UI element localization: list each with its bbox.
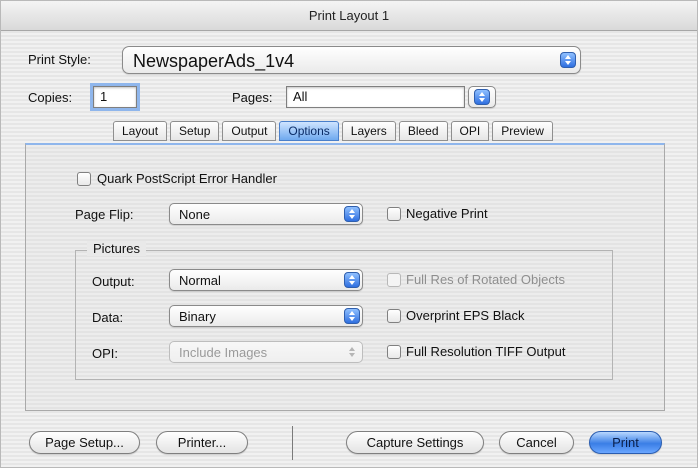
overprint-eps-label: Overprint EPS Black [406, 308, 525, 323]
pages-field[interactable]: All [286, 86, 465, 108]
tab-options[interactable]: Options [279, 121, 339, 141]
tab-layers[interactable]: Layers [341, 121, 396, 141]
pages-popup[interactable] [468, 86, 496, 108]
cancel-button[interactable]: Cancel [499, 431, 574, 454]
data-value: Binary [179, 309, 216, 324]
tab-opi[interactable]: OPI [450, 121, 490, 141]
pages-label: Pages: [232, 90, 273, 105]
tab-preview[interactable]: Preview [492, 121, 553, 141]
data-popup[interactable]: Binary [169, 305, 363, 327]
page-flip-label: Page Flip: [75, 207, 134, 222]
full-res-rotated-checkbox[interactable] [387, 273, 401, 287]
popup-arrows-icon [344, 344, 360, 360]
print-style-value: NewspaperAds_1v4 [133, 51, 295, 71]
tab-setup[interactable]: Setup [170, 121, 220, 141]
print-style-popup[interactable]: NewspaperAds_1v4 [122, 46, 581, 74]
button-divider [292, 426, 293, 460]
print-dialog-window: Print Layout 1 Print Style: NewspaperAds… [0, 0, 698, 468]
error-handler-checkbox[interactable] [77, 172, 91, 186]
window-title: Print Layout 1 [1, 1, 697, 31]
tab-bar: Layout Setup Output Options Layers Bleed… [113, 121, 556, 143]
tab-bleed[interactable]: Bleed [398, 121, 448, 141]
page-setup-button[interactable]: Page Setup... [29, 431, 140, 454]
output-value: Normal [179, 273, 221, 288]
pictures-group-title: Pictures [87, 241, 146, 256]
negative-print-checkbox[interactable] [387, 207, 401, 221]
error-handler-label: Quark PostScript Error Handler [97, 171, 277, 186]
print-button[interactable]: Print [589, 431, 662, 454]
popup-arrows-icon [344, 206, 360, 222]
full-res-tiff-label: Full Resolution TIFF Output [406, 344, 566, 359]
page-flip-popup[interactable]: None [169, 203, 363, 225]
copies-label: Copies: [28, 90, 73, 105]
opi-label: OPI: [92, 346, 119, 361]
print-style-label: Print Style: [28, 52, 91, 67]
page-flip-value: None [179, 207, 211, 222]
opi-popup[interactable]: Include Images [169, 341, 363, 363]
printer-button[interactable]: Printer... [156, 431, 248, 454]
capture-settings-button[interactable]: Capture Settings [346, 431, 484, 454]
tab-layout[interactable]: Layout [113, 121, 168, 141]
opi-value: Include Images [179, 345, 268, 360]
popup-arrows-icon [560, 52, 576, 68]
popup-arrows-icon [344, 308, 360, 324]
popup-arrows-icon [474, 89, 490, 105]
data-label: Data: [92, 310, 124, 325]
output-label: Output: [92, 274, 135, 289]
full-res-rotated-label: Full Res of Rotated Objects [406, 272, 565, 287]
negative-print-label: Negative Print [406, 206, 488, 221]
full-res-tiff-checkbox[interactable] [387, 345, 401, 359]
tab-output[interactable]: Output [222, 121, 277, 141]
popup-arrows-icon [344, 272, 360, 288]
output-popup[interactable]: Normal [169, 269, 363, 291]
copies-field[interactable]: 1 [90, 83, 140, 111]
overprint-eps-checkbox[interactable] [387, 309, 401, 323]
